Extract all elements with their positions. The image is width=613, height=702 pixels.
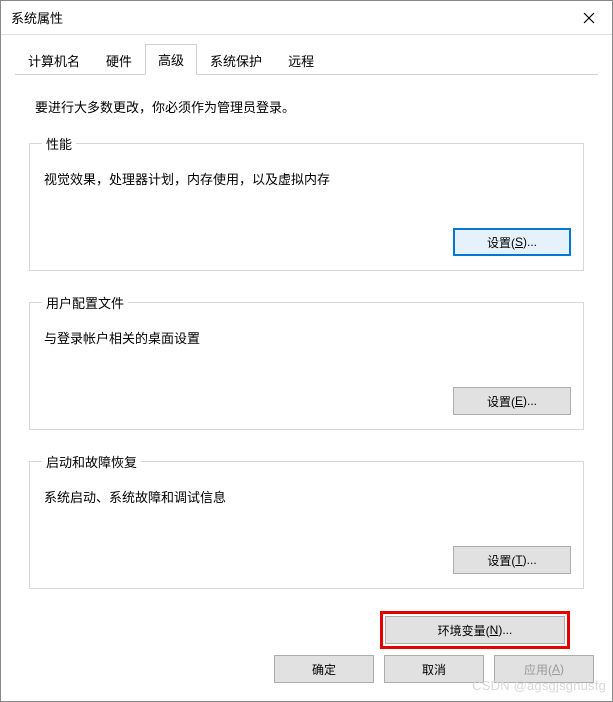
group-startup-recovery: 启动和故障恢复 系统启动、系统故障和调试信息 设置(T)... [29,452,584,589]
close-button[interactable] [566,1,612,35]
group-startup-recovery-desc: 系统启动、系统故障和调试信息 [44,487,569,506]
content-area: 计算机名 硬件 高级 系统保护 远程 要进行大多数更改，你必须作为管理员登录。 … [1,35,612,655]
admin-note: 要进行大多数更改，你必须作为管理员登录。 [35,97,584,116]
window-title: 系统属性 [11,8,63,27]
tab-system-protection[interactable]: 系统保护 [197,45,275,75]
apply-button[interactable]: 应用(A) [494,655,594,683]
ok-button[interactable]: 确定 [274,655,374,683]
tabpanel-advanced: 要进行大多数更改，你必须作为管理员登录。 性能 视觉效果，处理器计划，内存使用，… [15,75,598,655]
tab-computer-name[interactable]: 计算机名 [15,45,93,75]
tabstrip: 计算机名 硬件 高级 系统保护 远程 [15,49,598,75]
group-user-profiles-desc: 与登录帐户相关的桌面设置 [44,328,569,347]
tab-hardware[interactable]: 硬件 [93,45,145,75]
dialog-buttons: 确定 取消 应用(A) [274,655,594,683]
group-user-profiles: 用户配置文件 与登录帐户相关的桌面设置 设置(E)... [29,293,584,430]
system-properties-window: 系统属性 计算机名 硬件 高级 系统保护 远程 要进行大多数更改，你必须作为管理… [0,0,613,702]
user-profiles-settings-button[interactable]: 设置(E)... [453,387,571,415]
group-performance: 性能 视觉效果，处理器计划，内存使用，以及虚拟内存 设置(S)... [29,134,584,271]
cancel-button[interactable]: 取消 [384,655,484,683]
close-icon [583,12,595,24]
startup-recovery-settings-button[interactable]: 设置(T)... [453,546,571,574]
group-startup-recovery-legend: 启动和故障恢复 [42,452,141,471]
annotation-highlight: 环境变量(N)... [380,611,570,649]
environment-variables-button[interactable]: 环境变量(N)... [385,616,565,644]
tab-remote[interactable]: 远程 [275,45,327,75]
group-user-profiles-legend: 用户配置文件 [42,293,128,312]
titlebar: 系统属性 [1,1,612,35]
group-performance-desc: 视觉效果，处理器计划，内存使用，以及虚拟内存 [44,169,569,188]
performance-settings-button[interactable]: 设置(S)... [453,228,571,256]
tab-advanced[interactable]: 高级 [145,44,197,75]
group-performance-legend: 性能 [42,134,76,153]
